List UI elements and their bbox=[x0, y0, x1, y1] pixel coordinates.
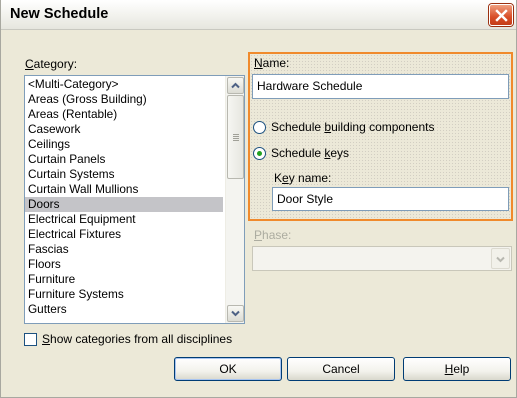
category-list-item[interactable]: Electrical Equipment bbox=[25, 212, 223, 227]
show-all-disciplines-label[interactable]: Show categories from all disciplines bbox=[42, 332, 232, 346]
category-label: Category: bbox=[25, 57, 78, 71]
schedule-keys-radio[interactable] bbox=[253, 147, 266, 160]
key-name-label: Key name: bbox=[274, 171, 332, 185]
chevron-down-icon bbox=[496, 256, 505, 263]
chevron-up-icon bbox=[231, 82, 240, 89]
phase-label: Phase: bbox=[254, 228, 292, 242]
new-schedule-dialog: New Schedule Category: <Multi-Category> A… bbox=[0, 0, 517, 398]
ok-button[interactable]: OK bbox=[174, 357, 282, 381]
schedule-building-components-label[interactable]: Schedule building components bbox=[271, 120, 434, 134]
category-list-item[interactable]: Areas (Gross Building) bbox=[25, 92, 223, 107]
category-list-item[interactable]: Curtain Wall Mullions bbox=[25, 182, 223, 197]
scroll-down-button[interactable] bbox=[227, 305, 244, 322]
category-list-item[interactable]: Ceilings bbox=[25, 137, 223, 152]
category-list-item[interactable]: Curtain Systems bbox=[25, 167, 223, 182]
category-list-item[interactable]: Doors bbox=[25, 197, 223, 212]
category-list[interactable]: <Multi-Category> Areas (Gross Building) Ar… bbox=[24, 75, 245, 324]
show-all-disciplines-checkbox[interactable] bbox=[24, 333, 37, 346]
scroll-up-button[interactable] bbox=[227, 77, 244, 94]
title-bar[interactable]: New Schedule bbox=[1, 0, 516, 30]
key-name-field[interactable]: Door Style bbox=[272, 187, 509, 211]
category-list-item[interactable]: Fascias bbox=[25, 242, 223, 257]
name-label: Name: bbox=[254, 56, 290, 70]
scroll-thumb[interactable] bbox=[227, 95, 244, 179]
schedule-building-components-radio[interactable] bbox=[253, 121, 266, 134]
category-list-item[interactable]: Curtain Panels bbox=[25, 152, 223, 167]
category-scrollbar[interactable] bbox=[225, 76, 244, 323]
category-list-item[interactable]: Furniture Systems bbox=[25, 287, 223, 302]
category-list-item[interactable]: Floors bbox=[25, 257, 223, 272]
cancel-button[interactable]: Cancel bbox=[287, 357, 395, 381]
chevron-down-icon bbox=[231, 310, 240, 317]
window-title: New Schedule bbox=[10, 6, 109, 22]
category-list-item[interactable]: <Multi-Category> bbox=[25, 77, 223, 92]
help-button[interactable]: Help bbox=[403, 357, 511, 381]
category-items: <Multi-Category> Areas (Gross Building) Ar… bbox=[25, 77, 223, 317]
category-list-item[interactable]: Electrical Fixtures bbox=[25, 227, 223, 242]
category-list-item[interactable]: Casework bbox=[25, 122, 223, 137]
radio-selected-dot bbox=[257, 151, 262, 156]
close-button[interactable] bbox=[489, 4, 513, 26]
category-list-item[interactable]: Areas (Rentable) bbox=[25, 107, 223, 122]
category-list-item[interactable]: Furniture bbox=[25, 272, 223, 287]
phase-dropdown-button[interactable] bbox=[491, 248, 510, 269]
name-field[interactable]: Hardware Schedule bbox=[252, 74, 509, 99]
phase-dropdown[interactable] bbox=[252, 246, 512, 271]
category-list-item[interactable]: Gutters bbox=[25, 302, 223, 317]
schedule-keys-label[interactable]: Schedule keys bbox=[271, 146, 349, 160]
close-icon bbox=[495, 9, 508, 22]
